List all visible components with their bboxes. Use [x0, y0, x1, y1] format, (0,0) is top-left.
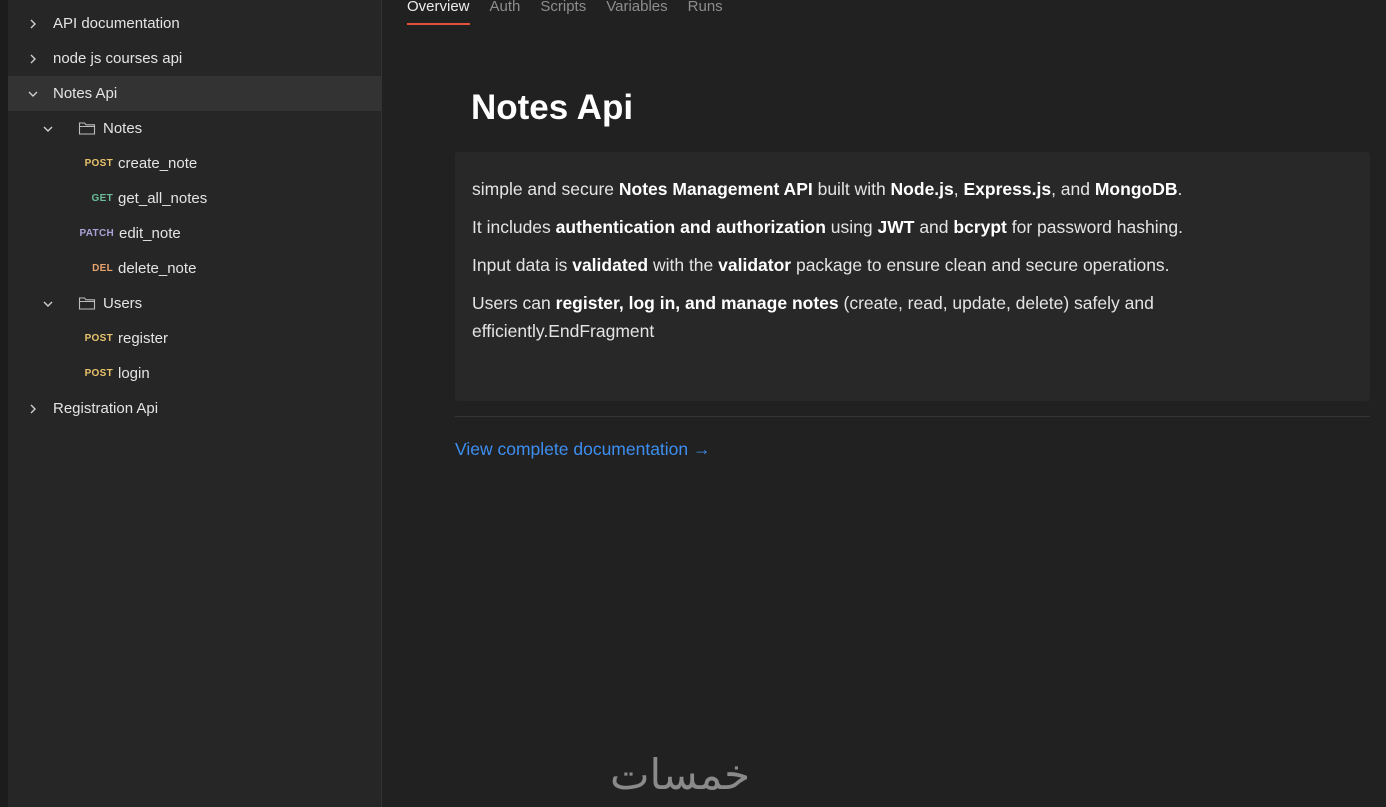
tab-scripts[interactable]: Scripts	[540, 0, 586, 24]
description-line-2: It includes authentication and authoriza…	[472, 217, 1183, 237]
tab-overview[interactable]: Overview	[407, 0, 470, 25]
request-label: create_note	[118, 155, 198, 172]
method-badge-post: POST	[84, 333, 113, 344]
request-register[interactable]: POST register	[8, 321, 381, 356]
folder-label: Users	[103, 295, 143, 312]
collection-tabs: Overview Auth Scripts Variables Runs	[407, 0, 743, 26]
request-delete-note[interactable]: DEL delete_note	[8, 251, 381, 286]
collection-overview-panel: Overview Auth Scripts Variables Runs Not…	[382, 0, 1386, 807]
description-line-5: efficiently.EndFragment	[472, 321, 655, 341]
watermark-logo: خمسات	[610, 750, 751, 799]
view-documentation-link[interactable]: View complete documentation →	[455, 439, 711, 460]
collections-sidebar: API documentation node js courses api No…	[8, 0, 382, 807]
method-badge-get: GET	[91, 193, 113, 204]
collection-notes-api[interactable]: Notes Api	[8, 76, 381, 111]
collection-label: API documentation	[53, 15, 180, 32]
folder-users[interactable]: Users	[8, 286, 381, 321]
tab-auth[interactable]: Auth	[490, 0, 521, 24]
collection-api-documentation[interactable]: API documentation	[8, 6, 381, 41]
chevron-down-icon[interactable]	[40, 296, 56, 312]
request-login[interactable]: POST login	[8, 356, 381, 391]
request-label: register	[118, 330, 169, 347]
collection-node-js-courses-api[interactable]: node js courses api	[8, 41, 381, 76]
chevron-right-icon[interactable]	[25, 51, 41, 67]
folder-notes[interactable]: Notes	[8, 111, 381, 146]
section-divider	[455, 416, 1370, 417]
collection-label: Registration Api	[53, 400, 159, 417]
request-label: login	[118, 365, 150, 382]
tab-runs[interactable]: Runs	[688, 0, 723, 24]
folder-icon	[78, 295, 96, 311]
request-label: edit_note	[119, 225, 181, 242]
collection-label: Notes Api	[53, 85, 118, 102]
chevron-down-icon[interactable]	[25, 86, 41, 102]
request-get-all-notes[interactable]: GET get_all_notes	[8, 181, 381, 216]
tab-variables[interactable]: Variables	[606, 0, 667, 24]
method-badge-post: POST	[84, 368, 113, 379]
collection-registration-api[interactable]: Registration Api	[8, 391, 381, 426]
request-create-note[interactable]: POST create_note	[8, 146, 381, 181]
folder-label: Notes	[103, 120, 143, 137]
description-line-3: Input data is validated with the validat…	[472, 255, 1170, 275]
collection-title[interactable]: Notes Api	[471, 88, 633, 128]
chevron-down-icon[interactable]	[40, 121, 56, 137]
method-badge-patch: PATCH	[79, 228, 114, 239]
collection-label: node js courses api	[53, 50, 183, 67]
description-line-4: Users can register, log in, and manage n…	[472, 293, 1154, 313]
method-badge-post: POST	[84, 158, 113, 169]
request-edit-note[interactable]: PATCH edit_note	[8, 216, 381, 251]
folder-icon	[78, 120, 96, 136]
description-editor[interactable]: simple and secure Notes Management API b…	[455, 152, 1370, 401]
method-badge-del: DEL	[92, 263, 113, 274]
request-label: delete_note	[118, 260, 197, 277]
chevron-right-icon[interactable]	[25, 16, 41, 32]
chevron-right-icon[interactable]	[25, 401, 41, 417]
left-edge-strip	[0, 0, 8, 807]
request-label: get_all_notes	[118, 190, 208, 207]
description-line-1: simple and secure Notes Management API b…	[472, 179, 1183, 199]
